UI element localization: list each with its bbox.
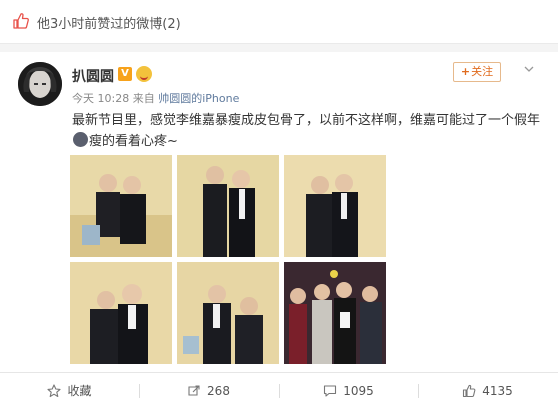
photo-1-image [70,155,172,257]
liked-bar[interactable]: 他3小时前赞过的微博(2) [0,0,558,44]
thumbs-up-icon [13,13,29,29]
comment-icon [324,385,337,397]
timestamp[interactable]: 今天 10:28 [72,92,129,105]
liked-posts-label: 他3小时前赞过的微博(2) [37,17,181,32]
repost-count: 268 [207,384,230,398]
chevron-down-icon[interactable] [524,64,534,74]
repost-button[interactable]: 268 [139,373,278,408]
action-bar: 收藏 268 1095 4135 [0,372,558,408]
post-meta: 今天 10:28 来自 帅圆圆的iPhone [72,90,239,106]
photo-1[interactable] [70,155,172,257]
comment-button[interactable]: 1095 [279,373,418,408]
photo-2-image [177,155,279,257]
photo-5-image [177,262,279,364]
photo-6[interactable] [284,262,386,364]
post-text-part-1: 最新节目里，感觉李维嘉暴瘦成皮包骨了，以前不这样啊，维嘉可能过了一个假年 [72,113,541,128]
favorite-button[interactable]: 收藏 [0,373,139,408]
star-icon [47,384,62,398]
photo-4[interactable] [70,262,172,364]
like-icon [463,384,476,398]
avatar-image [18,62,62,106]
card-separator [0,44,558,52]
post-text-part-2: 瘦的看着心疼~ [89,134,178,149]
favorite-label: 收藏 [67,384,92,398]
like-button[interactable]: 4135 [418,373,557,408]
device-source[interactable]: 帅圆圆的iPhone [158,92,239,105]
photo-3-image [284,155,386,257]
post-text: 最新节目里，感觉李维嘉暴瘦成皮包骨了，以前不这样啊，维嘉可能过了一个假年瘦的看着… [72,110,542,152]
follow-label: 关注 [471,65,494,78]
member-emoji-icon [136,66,152,82]
photo-2[interactable] [177,155,279,257]
repost-icon [188,385,200,396]
photo-4-image [70,262,172,364]
vip-badge[interactable]: V [118,67,132,81]
sad-face-emoji-icon [73,132,88,147]
photo-5[interactable] [177,262,279,364]
photo-grid [70,155,388,365]
photo-3[interactable] [284,155,386,257]
avatar[interactable] [18,62,62,106]
plus-icon: + [460,65,471,78]
follow-button[interactable]: +关注 [453,62,501,82]
username[interactable]: 扒圆圆 [72,66,114,86]
photo-6-image [284,262,386,364]
source-prefix: 来自 [132,92,155,105]
comment-count: 1095 [343,384,374,398]
like-count: 4135 [482,384,513,398]
